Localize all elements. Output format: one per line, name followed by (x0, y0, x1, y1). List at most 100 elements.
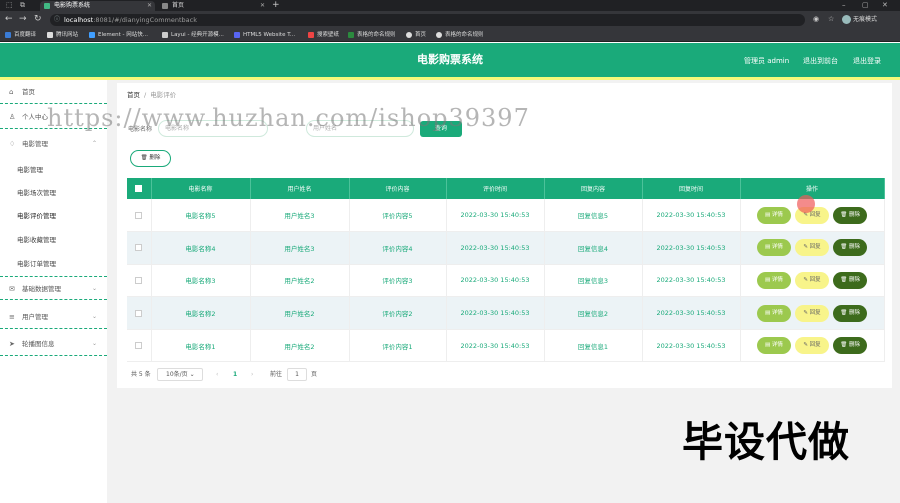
row-select-cell[interactable] (127, 329, 152, 363)
row-select-cell[interactable] (127, 264, 152, 298)
sidebar-item-home[interactable]: ⌂ 首页 (0, 80, 107, 104)
url-input[interactable]: ⓘ localhost:8081/#/dianyingCommentback (50, 14, 805, 26)
comment-content-cell: 评价内容1 (349, 329, 447, 363)
bookmark-item[interactable]: HTML5 Website T... (234, 28, 295, 42)
close-tab-icon[interactable]: ✕ (147, 1, 152, 11)
minimize-icon[interactable]: – (842, 0, 846, 11)
close-tab-icon[interactable]: ✕ (260, 1, 265, 11)
column-header[interactable]: 评价内容 (349, 178, 447, 199)
maximize-icon[interactable]: ▢ (862, 0, 869, 11)
detail-button[interactable]: ▤ 详情 (756, 271, 791, 289)
reply-button[interactable]: ✎ 回复 (795, 337, 829, 355)
sidebar-item-showtimes[interactable]: 电影场次管理 (0, 181, 107, 205)
delete-button[interactable]: 🗑 删除 (833, 206, 868, 224)
sidebar-group-basic-data[interactable]: ✉ 基础数据管理 ⌄ (0, 276, 107, 300)
page-size-select[interactable]: 10条/页 ⌄ (157, 368, 203, 381)
bookmarks-bar: 百度翻译 腾讯网站 Element - 网站快... Layui - 经典开源模… (0, 28, 900, 42)
row-select-cell[interactable] (127, 296, 152, 330)
detail-button[interactable]: ▤ 详情 (756, 206, 791, 224)
bookmark-item[interactable]: 表格的命名规则 (348, 28, 396, 42)
reply-button[interactable]: ✎ 回复 (795, 239, 829, 257)
translate-icon (5, 32, 11, 38)
comment-content-cell: 评价内容5 (349, 199, 447, 233)
sidebar-group-users[interactable]: ≡ 用户管理 ⌄ (0, 305, 107, 329)
sidebar-item-favorites[interactable]: 电影收藏管理 (0, 228, 107, 252)
row-select-cell[interactable] (127, 231, 152, 265)
row-select-cell[interactable] (127, 199, 152, 233)
bookmark-item[interactable]: 搜索壁纸 (308, 28, 339, 42)
trash-icon: 🗑 (840, 276, 848, 283)
profile-button[interactable]: 无痕模式 (842, 14, 877, 26)
select-all-checkbox[interactable] (135, 185, 143, 192)
row-checkbox[interactable] (135, 309, 143, 317)
sidebar-item-movie[interactable]: 电影管理 (0, 158, 107, 182)
window-tabs-icon[interactable]: ⧉ (20, 0, 25, 11)
url-host: localhost (64, 16, 94, 24)
delete-button[interactable]: 🗑 删除 (833, 304, 868, 322)
bookmark-item[interactable]: Element - 网站快... (89, 28, 148, 42)
delete-label: 删除 (848, 342, 860, 349)
home-icon: ⌂ (9, 88, 14, 96)
column-header[interactable]: 用户姓名 (250, 178, 350, 199)
bookmark-item[interactable]: 腾讯网站 (47, 28, 78, 42)
bookmark-star-icon[interactable]: ☆ (828, 15, 834, 23)
row-checkbox[interactable] (135, 342, 143, 350)
sidebar-item-label: 电影收藏管理 (17, 236, 56, 244)
back-to-front-link[interactable]: 退出到前台 (803, 43, 838, 79)
browser-tab[interactable]: 首页 ✕ (158, 1, 268, 11)
bookmark-item[interactable]: 表格的命名规则 (436, 28, 484, 42)
back-arrow-icon[interactable]: ← (5, 14, 13, 25)
bulb-icon: ♢ (9, 140, 16, 148)
trash-icon: 🗑 (140, 155, 148, 161)
comment-content-cell: 评价内容2 (349, 296, 447, 330)
prev-page-button[interactable]: ‹ (216, 368, 218, 382)
batch-delete-button[interactable]: 🗑 删除 (130, 150, 171, 167)
select-all-cell[interactable] (127, 178, 152, 199)
row-checkbox[interactable] (135, 276, 143, 284)
goto-page-input[interactable]: 1 (287, 368, 307, 381)
page-size-value: 10条/页 (166, 371, 188, 378)
browser-tab-active[interactable]: 电影购票系统 ✕ (40, 1, 155, 11)
bookmark-item[interactable]: 百度翻译 (5, 28, 36, 42)
reload-icon[interactable]: ↻ (34, 14, 42, 25)
column-header[interactable]: 评价时间 (446, 178, 545, 199)
forward-arrow-icon[interactable]: → (19, 14, 27, 25)
detail-button[interactable]: ▤ 详情 (756, 304, 791, 322)
row-checkbox[interactable] (135, 244, 143, 252)
delete-button[interactable]: 🗑 删除 (833, 271, 868, 289)
reply-button[interactable]: ✎ 回复 (795, 271, 829, 289)
sidebar-group-carousel[interactable]: ➤ 轮播图信息 ⌄ (0, 332, 107, 356)
column-header[interactable]: 回复时间 (642, 178, 741, 199)
column-header[interactable]: 电影名称 (151, 178, 251, 199)
current-page[interactable]: 1 (233, 368, 237, 382)
table-row: 电影名称4 用户姓名3 评价内容4 2022-03-30 15:40:53 回复… (127, 231, 885, 265)
sidebar-group-movie[interactable]: ♢ 电影管理 ⌃ (0, 132, 107, 156)
bookmark-label: 百度翻译 (14, 32, 37, 38)
detail-label: 详情 (771, 342, 783, 349)
logout-link[interactable]: 退出登录 (853, 43, 881, 79)
reply-label: 回复 (809, 211, 821, 218)
breadcrumb-home[interactable]: 首页 (127, 91, 140, 99)
window-menu-icon[interactable]: ⬚ (6, 0, 13, 11)
bookmark-item[interactable]: 首页 (406, 28, 426, 42)
new-tab-icon[interactable]: + (272, 0, 280, 11)
reply-button[interactable]: ✎ 回复 (795, 304, 829, 322)
chevron-up-icon: ⌃ (91, 140, 97, 147)
detail-button[interactable]: ▤ 详情 (756, 337, 791, 355)
column-header[interactable]: 回复内容 (544, 178, 643, 199)
reply-content-cell: 回复信息5 (544, 199, 643, 233)
sidebar-item-orders[interactable]: 电影订单管理 (0, 252, 107, 276)
bookmark-item[interactable]: Layui - 经典开源模... (162, 28, 224, 42)
incognito-eye-icon[interactable]: ◉ (813, 15, 819, 23)
close-window-icon[interactable]: ✕ (882, 0, 888, 11)
detail-button[interactable]: ▤ 详情 (756, 239, 791, 257)
delete-button[interactable]: 🗑 删除 (833, 337, 868, 355)
delete-button[interactable]: 🗑 删除 (833, 239, 868, 257)
sidebar-item-label: 电影订单管理 (17, 260, 56, 268)
bookmark-label: Layui - 经典开源模... (171, 32, 224, 38)
edit-icon: ✎ (803, 244, 808, 251)
table-row: 电影名称2 用户姓名2 评价内容2 2022-03-30 15:40:53 回复… (127, 296, 885, 330)
next-page-button[interactable]: › (251, 368, 253, 382)
row-checkbox[interactable] (135, 211, 143, 219)
sidebar-item-comments[interactable]: 电影评价管理 (0, 204, 107, 228)
